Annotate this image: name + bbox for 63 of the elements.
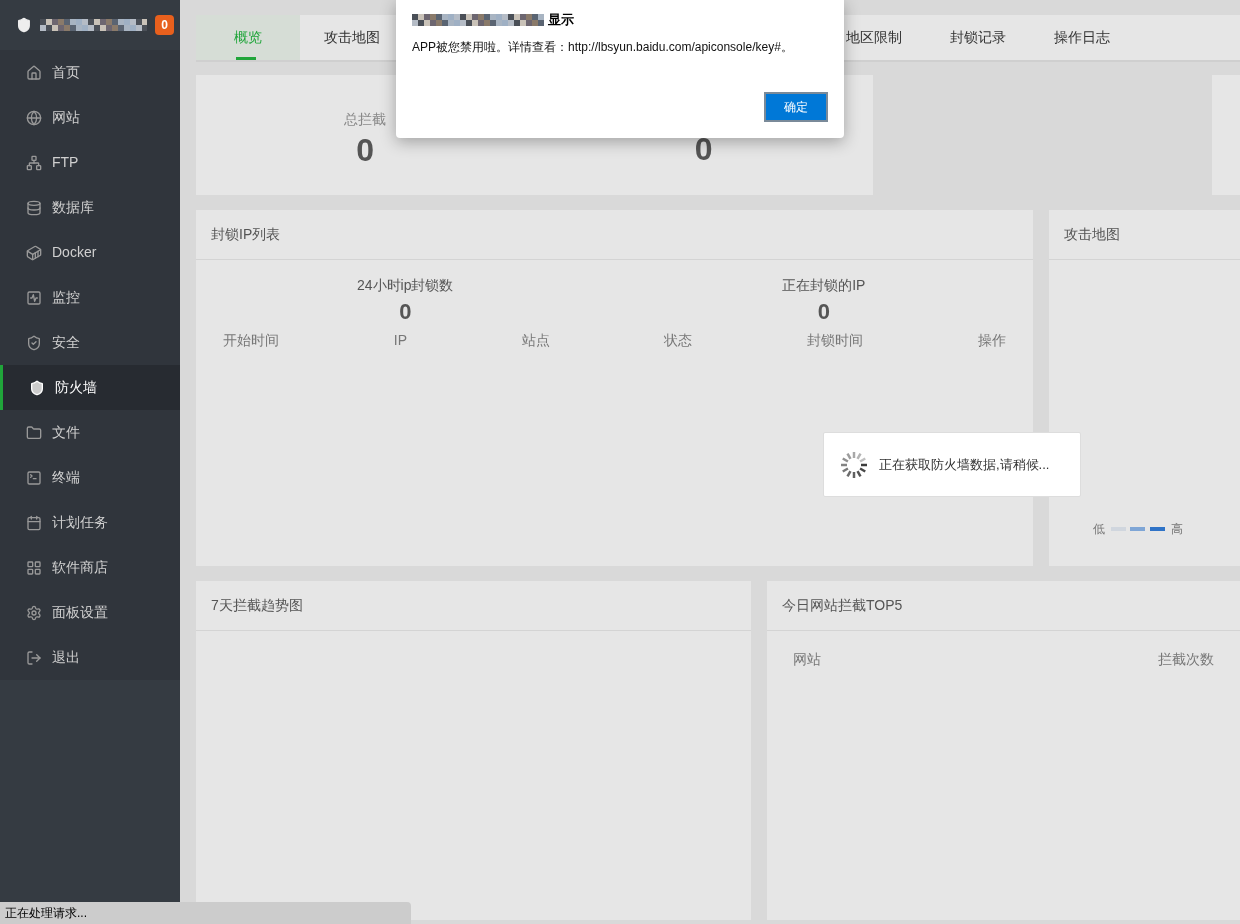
stat-label: 24小时ip封锁数 (357, 276, 454, 295)
ok-button[interactable]: 确定 (764, 92, 828, 122)
legend-label: 低 (1093, 521, 1105, 538)
tab-indicator (236, 57, 256, 60)
column-header: 开始时间 (223, 331, 279, 350)
sidebar-item[interactable]: 软件商店 (0, 545, 180, 590)
sidebar-item[interactable]: FTP (0, 140, 180, 185)
home-icon (26, 64, 42, 81)
calendar-icon (26, 514, 42, 531)
notification-badge: 0 (155, 15, 174, 35)
stat-value: 0 (356, 130, 375, 170)
tab[interactable]: 封锁记录 (926, 15, 1030, 60)
chart-icon (26, 289, 42, 306)
sidebar-item[interactable]: 数据库 (0, 185, 180, 230)
dialog-title: 显示 (548, 11, 574, 29)
sidebar-item[interactable]: 计划任务 (0, 500, 180, 545)
stat-label: 正在封锁的IP (782, 276, 866, 295)
stat-label: 总拦截 (344, 109, 387, 129)
globe-icon (26, 109, 42, 126)
column-header: 站点 (521, 331, 550, 350)
sidebar-item[interactable]: Docker (0, 230, 180, 275)
stat-value: 0 (817, 298, 830, 326)
card-title: 攻击地图 (1064, 225, 1120, 244)
card-title: 封锁IP列表 (211, 225, 281, 244)
shield-icon (29, 379, 45, 396)
database-icon (26, 199, 42, 216)
column-header: IP (393, 331, 407, 350)
stat-value: 0 (694, 130, 713, 169)
card-title: 今日网站拦截TOP5 (782, 596, 903, 615)
logo-icon (16, 17, 32, 33)
grid-icon (26, 559, 42, 576)
sidebar-item[interactable]: 面板设置 (0, 590, 180, 635)
loading-text: 正在获取防火墙数据,请稍候... (879, 455, 1050, 474)
logout-icon (26, 649, 42, 666)
terminal-icon (26, 469, 42, 486)
column-header: 拦截次数 (1158, 650, 1214, 669)
sidebar-item[interactable]: 网站 (0, 95, 180, 140)
folder-icon (26, 424, 42, 441)
column-header: 网站 (793, 650, 821, 669)
card-title: 7天拦截趋势图 (211, 596, 303, 615)
sidebar-item[interactable]: 终端 (0, 455, 180, 500)
spinner-icon (839, 449, 869, 480)
sidebar-item[interactable]: 文件 (0, 410, 180, 455)
legend-label: 高 (1171, 521, 1183, 538)
network-icon (26, 154, 42, 171)
sidebar-item[interactable]: 防火墙 (0, 365, 180, 410)
tab[interactable]: 操作日志 (1030, 15, 1134, 60)
sidebar-item[interactable]: 首页 (0, 50, 180, 95)
tab[interactable]: 地区限制 (822, 15, 926, 60)
container-icon (26, 244, 42, 261)
sidebar-item[interactable]: 退出 (0, 635, 180, 680)
tab[interactable]: 攻击地图 (300, 15, 404, 60)
sidebar-item[interactable]: 监控 (0, 275, 180, 320)
settings-icon (26, 604, 42, 621)
column-header: 封锁时间 (807, 331, 864, 350)
column-header: 状态 (664, 331, 693, 350)
dialog-message: APP被您禁用啦。详情查看：http://lbsyun.baidu.com/apiconsole/key#。 (412, 38, 794, 56)
shield-check-icon (26, 334, 42, 351)
color-scale-drawing (1111, 527, 1165, 531)
sidebar-item[interactable]: 安全 (0, 320, 180, 365)
stat-value: 0 (399, 298, 412, 326)
column-header: 操作 (978, 331, 1006, 350)
status-text: 正在处理请求... (5, 905, 87, 922)
